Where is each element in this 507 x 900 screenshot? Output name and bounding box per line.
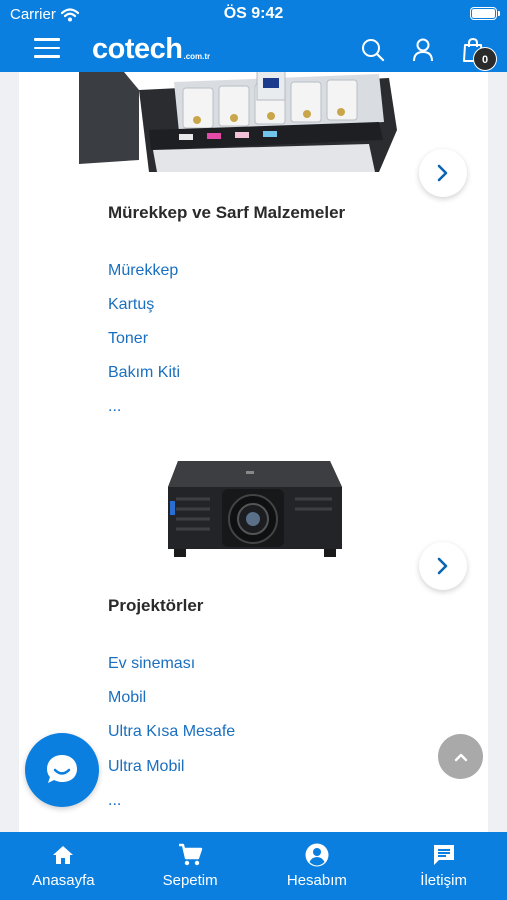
next-arrow-button[interactable] (419, 149, 467, 197)
cotech-logo[interactable]: cotech .com.tr (92, 34, 210, 64)
home-icon (53, 846, 74, 864)
app-header: Carrier ÖS 9:42 cotech .com.tr (0, 0, 507, 72)
category-link[interactable]: Ev sineması (108, 655, 195, 673)
tab-cart[interactable]: Sepetim (127, 832, 254, 900)
cart-icon (179, 843, 203, 866)
battery-icon (470, 7, 500, 20)
tab-contact[interactable]: İletişim (380, 832, 507, 900)
tab-label: Sepetim (162, 872, 218, 889)
status-time: ÖS 9:42 (223, 5, 284, 22)
scroll-to-top-button[interactable] (438, 734, 483, 779)
logo-text: cotech (92, 33, 183, 65)
chat-bubble-icon (47, 755, 77, 783)
chevron-right-icon (437, 557, 448, 575)
category-link[interactable]: Ultra Mobil (108, 758, 184, 776)
nav-header: cotech .com.tr (0, 28, 507, 72)
screen: Mürekkep ve Sarf Malzemeler Mürekkep Kar… (0, 0, 507, 900)
category-link[interactable]: Ultra Kısa Mesafe (108, 723, 235, 741)
category-title: Projektörler (108, 596, 204, 615)
tab-home[interactable]: Anasayfa (0, 832, 127, 900)
category-more-link[interactable]: ... (108, 398, 121, 416)
bottom-tab-bar: Anasayfa Sepetim Hesabım İletişim (0, 832, 507, 900)
status-bar: Carrier ÖS 9:42 (0, 0, 507, 28)
printer-ink-tank-image (79, 60, 416, 174)
category-link[interactable]: Kartuş (108, 296, 154, 314)
tab-account[interactable]: Hesabım (254, 832, 381, 900)
category-more-link[interactable]: ... (108, 792, 121, 810)
category-link[interactable]: Mobil (108, 689, 146, 707)
category-title: Mürekkep ve Sarf Malzemeler (108, 203, 346, 222)
chevron-right-icon (437, 164, 448, 182)
next-arrow-button[interactable] (419, 542, 467, 590)
category-link[interactable]: Mürekkep (108, 262, 178, 280)
message-icon (433, 845, 454, 865)
user-icon[interactable] (410, 37, 436, 63)
tab-label: Anasayfa (32, 872, 95, 889)
cart-count-badge: 0 (473, 47, 497, 71)
tab-label: Hesabım (286, 872, 347, 889)
chevron-up-icon (454, 753, 467, 761)
projector-image (160, 453, 345, 568)
hamburger-menu-icon[interactable] (34, 38, 60, 60)
account-icon (305, 843, 329, 867)
category-link[interactable]: Toner (108, 330, 148, 348)
chat-button[interactable] (25, 733, 99, 807)
category-link[interactable]: Bakım Kiti (108, 364, 180, 382)
tab-label: İletişim (420, 872, 467, 889)
logo-tld: .com.tr (183, 52, 211, 61)
search-icon[interactable] (360, 37, 386, 63)
